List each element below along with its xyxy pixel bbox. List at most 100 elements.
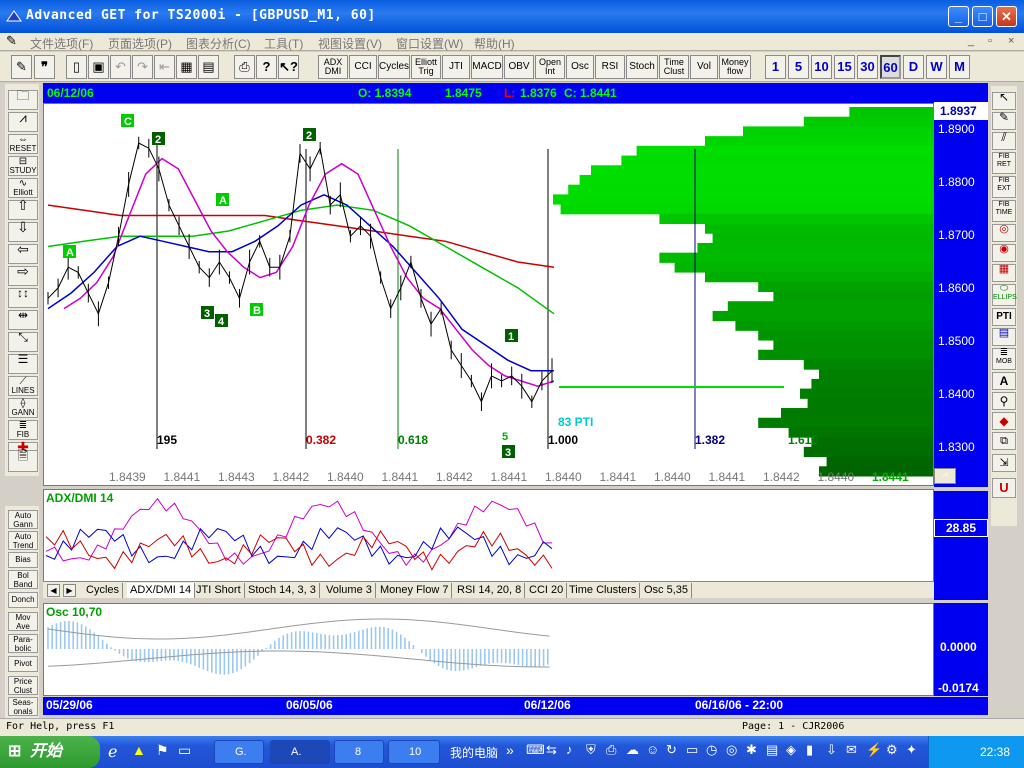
zoom-icon[interactable]: ⚲ xyxy=(992,392,1016,410)
printer-icon[interactable]: ⎙ xyxy=(606,742,616,758)
star-icon[interactable]: ✱ xyxy=(746,742,757,758)
notes-icon[interactable]: 🗎 xyxy=(8,449,38,472)
layout-icon[interactable]: ▤ xyxy=(198,55,219,79)
tab-stoch[interactable]: Stoch 14, 3, 3 xyxy=(245,583,320,598)
disk-icon[interactable]: ◎ xyxy=(726,742,737,758)
undo-icon[interactable]: ↶ xyxy=(110,55,131,79)
monitor-icon[interactable]: ▭ xyxy=(686,742,698,758)
mdi-close-button[interactable]: × xyxy=(1008,35,1014,47)
cursor-icon[interactable]: ↖ xyxy=(992,91,1016,110)
bias-button[interactable]: Bias xyxy=(8,552,38,568)
text-tool-icon[interactable]: A xyxy=(992,372,1016,390)
fib-arc-icon[interactable]: ◉ xyxy=(992,244,1016,262)
ie-icon[interactable]: ℯ xyxy=(108,742,117,762)
menu-help[interactable]: 帮助(H) xyxy=(474,35,515,52)
interval-weekly-button[interactable]: W xyxy=(926,55,947,79)
adx-dmi-button[interactable]: ADX DMI xyxy=(318,55,348,79)
start-button[interactable]: ⊞ 开始 xyxy=(0,736,100,768)
grid-icon[interactable]: ▦ xyxy=(176,55,197,79)
cci-button[interactable]: CCI xyxy=(349,55,377,79)
menu-window[interactable]: 窗口设置(W) xyxy=(396,35,463,52)
clock-tray-icon[interactable]: ◷ xyxy=(706,742,717,758)
copy-icon[interactable]: ⧉ xyxy=(992,432,1016,450)
export-icon[interactable]: ⇲ xyxy=(992,454,1016,472)
ellipse-button[interactable]: ⬭ ELLIPS xyxy=(992,284,1017,306)
cycles-button[interactable]: Cycles xyxy=(378,55,410,79)
arrow-left-icon[interactable]: ⇦ xyxy=(8,242,38,264)
minimize-button[interactable]: _ xyxy=(948,6,969,27)
rsi-button[interactable]: RSI xyxy=(595,55,625,79)
tab-scroll-right-icon[interactable]: ▶ xyxy=(63,584,76,597)
tab-jti-short[interactable]: JTI Short xyxy=(193,583,245,598)
tab-money-flow[interactable]: Money Flow 7 xyxy=(377,583,453,598)
cloud-icon[interactable]: ☁ xyxy=(626,742,639,758)
arrow-right-icon[interactable]: ⇨ xyxy=(8,264,38,286)
connection-icon[interactable]: ⚡ xyxy=(866,742,882,758)
close-button[interactable]: ✕ xyxy=(996,6,1017,27)
seasonals-button[interactable]: Seas-onals xyxy=(8,697,38,716)
quote-icon[interactable]: ❞ xyxy=(34,55,55,79)
tab-adx-dmi[interactable]: ADX/DMI 14 xyxy=(127,583,196,598)
osc-button[interactable]: Osc xyxy=(566,55,594,79)
interval-1-button[interactable]: 1 xyxy=(765,55,786,79)
grid-table-icon[interactable]: ▦ xyxy=(992,264,1016,282)
price-clust-button[interactable]: Price Clust xyxy=(8,676,38,695)
context-help-icon[interactable]: ↖? xyxy=(278,55,299,79)
mdi-doc-icon[interactable]: ✎ xyxy=(6,33,17,49)
antivirus-icon[interactable]: ◈ xyxy=(786,742,796,758)
open-int-button[interactable]: Open Int xyxy=(535,55,565,79)
interval-5-button[interactable]: 5 xyxy=(788,55,809,79)
oscillator-pane[interactable]: Osc 10,70 xyxy=(43,603,934,696)
fib-ext-button[interactable]: FIB EXT xyxy=(992,176,1016,198)
tab-osc[interactable]: Osc 5,35 xyxy=(641,583,693,598)
print-icon[interactable]: ⎙ xyxy=(234,55,255,79)
zoom-fit-icon[interactable]: ⤡ xyxy=(8,331,38,352)
battery-icon[interactable]: ▮ xyxy=(806,742,813,758)
tab-time-clusters[interactable]: Time Clusters xyxy=(566,583,641,598)
eraser-icon[interactable]: ◆ xyxy=(992,412,1016,430)
my-computer-label[interactable]: 我的电脑 xyxy=(450,744,498,761)
desktop-icon[interactable]: ▭ xyxy=(178,742,191,759)
obv-button[interactable]: OBV xyxy=(504,55,534,79)
pivot-button[interactable]: Pivot xyxy=(8,656,38,672)
macd-button[interactable]: MACD xyxy=(471,55,503,79)
tab-cci[interactable]: CCI 20 xyxy=(526,583,568,598)
time-clust-button[interactable]: Time Clust xyxy=(659,55,689,79)
arrow-down-icon[interactable]: ⇩ xyxy=(8,220,38,242)
taskbar-item[interactable]: 10 xyxy=(388,740,440,764)
interval-10-button[interactable]: 10 xyxy=(811,55,832,79)
menu-file[interactable]: 文件选项(F) xyxy=(30,35,93,52)
taskbar-item[interactable]: G. xyxy=(214,740,264,764)
parallel-lines-icon[interactable]: ⫽ xyxy=(992,131,1016,150)
vol-button[interactable]: Vol xyxy=(690,55,718,79)
flag-icon[interactable]: ⚑ xyxy=(156,742,169,759)
interval-15-button[interactable]: 15 xyxy=(834,55,855,79)
network-icon[interactable]: ⇆ xyxy=(546,742,557,758)
taskbar-item-active[interactable]: A. xyxy=(270,740,330,764)
settings-tray-icon[interactable]: ⚙ xyxy=(886,742,898,758)
price-chart[interactable]: C 2 A A 3 4 B 2 3 5 1 195 0.382 0.618 1.… xyxy=(43,103,934,486)
table-icon[interactable]: ▤ xyxy=(992,328,1016,346)
back-icon[interactable]: ⇤ xyxy=(154,55,175,79)
chat-icon[interactable]: ✉ xyxy=(846,742,857,758)
pti-button[interactable]: PTI xyxy=(992,308,1016,326)
mov-ave-button[interactable]: Mov Ave xyxy=(8,612,38,631)
redo-icon[interactable]: ↷ xyxy=(132,55,153,79)
jti-button[interactable]: JTI xyxy=(442,55,470,79)
warning-icon[interactable]: ▲ xyxy=(132,742,146,758)
lines-button[interactable]: ⟋ LINES xyxy=(8,376,38,396)
folder-tray-icon[interactable]: ▤ xyxy=(766,742,778,758)
adx-dmi-pane[interactable]: ADX/DMI 14 xyxy=(43,489,934,585)
save-icon[interactable]: ▣ xyxy=(88,55,109,79)
fib-ret-button[interactable]: FIB RET xyxy=(992,152,1016,174)
maximize-button[interactable]: □ xyxy=(972,6,993,27)
reset-button[interactable]: ⇔ RESET xyxy=(8,134,38,154)
open-folder-icon[interactable]: 🗀 xyxy=(8,89,38,110)
arrow-up-icon[interactable]: ⇧ xyxy=(8,198,38,220)
money-flow-button[interactable]: Money flow xyxy=(719,55,751,79)
quicklaunch-chevron-icon[interactable]: » xyxy=(506,742,514,758)
tab-rsi[interactable]: RSI 14, 20, 8 xyxy=(454,583,526,598)
fib-button[interactable]: ≣ FIB xyxy=(8,420,38,440)
menu-tools[interactable]: 工具(T) xyxy=(264,35,303,52)
volume-icon[interactable]: ♪ xyxy=(566,742,573,757)
